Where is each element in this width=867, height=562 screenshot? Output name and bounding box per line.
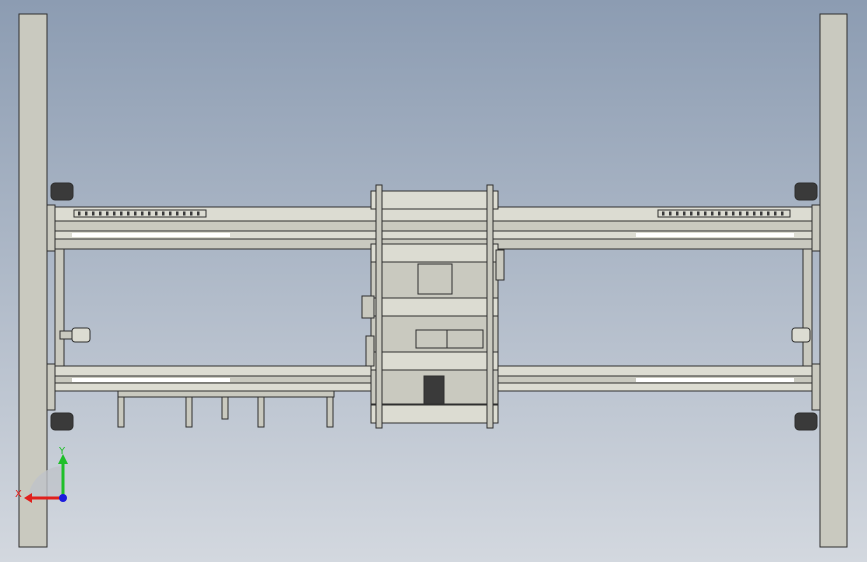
carriage-plate-4[interactable] (370, 351, 499, 371)
wheel-bottom-left[interactable] (50, 412, 74, 431)
rack-tooth (120, 211, 123, 216)
rack-tooth (753, 211, 756, 216)
carriage-plate-5[interactable] (370, 404, 499, 424)
rack-tooth (662, 211, 665, 216)
rack-tooth (148, 211, 151, 216)
rack-tooth (732, 211, 735, 216)
wheel-bottom-right[interactable] (794, 412, 818, 431)
carriage-plate-1[interactable] (370, 190, 499, 210)
rack-tooth (99, 211, 102, 216)
rack-tooth (183, 211, 186, 216)
rack-top-left (73, 209, 207, 218)
wheel-top-left[interactable] (50, 182, 74, 201)
motor[interactable] (423, 375, 445, 405)
rack-tooth (190, 211, 193, 216)
carriage-plate-2[interactable] (370, 243, 499, 263)
axis-y-label: Y (58, 446, 66, 457)
rack-tooth (760, 211, 763, 216)
rack-tooth (676, 211, 679, 216)
rack-top-right (657, 209, 791, 218)
right-column[interactable] (819, 13, 848, 548)
left-column[interactable] (18, 13, 48, 548)
rack-tooth (127, 211, 130, 216)
cad-viewport[interactable]: Y X (0, 0, 867, 562)
rack-tooth (197, 211, 200, 216)
rack-tooth (725, 211, 728, 216)
rack-tooth (162, 211, 165, 216)
rack-tooth (697, 211, 700, 216)
rack-tooth (113, 211, 116, 216)
rack-tooth (155, 211, 158, 216)
left-side-frame (54, 248, 65, 367)
rack-tooth (767, 211, 770, 216)
rack-tooth (134, 211, 137, 216)
rack-tooth (92, 211, 95, 216)
rack-tooth (683, 211, 686, 216)
rack-tooth (718, 211, 721, 216)
rack-tooth (85, 211, 88, 216)
rack-tooth (711, 211, 714, 216)
right-side-frame (802, 248, 813, 367)
cad-assembly-view[interactable]: Y X (0, 0, 867, 562)
rack-tooth (774, 211, 777, 216)
rack-tooth (704, 211, 707, 216)
carriage-plate-3[interactable] (370, 297, 499, 317)
rack-tooth (739, 211, 742, 216)
rack-tooth (746, 211, 749, 216)
rack-tooth (106, 211, 109, 216)
right-bracket[interactable] (791, 327, 811, 343)
rack-tooth (781, 211, 784, 216)
rack-tooth (669, 211, 672, 216)
wheel-top-right[interactable] (794, 182, 818, 201)
rack-tooth (690, 211, 693, 216)
rack-tooth (176, 211, 179, 216)
rack-tooth (78, 211, 81, 216)
axis-x-label: X (15, 489, 22, 500)
rack-tooth (169, 211, 172, 216)
rack-tooth (141, 211, 144, 216)
